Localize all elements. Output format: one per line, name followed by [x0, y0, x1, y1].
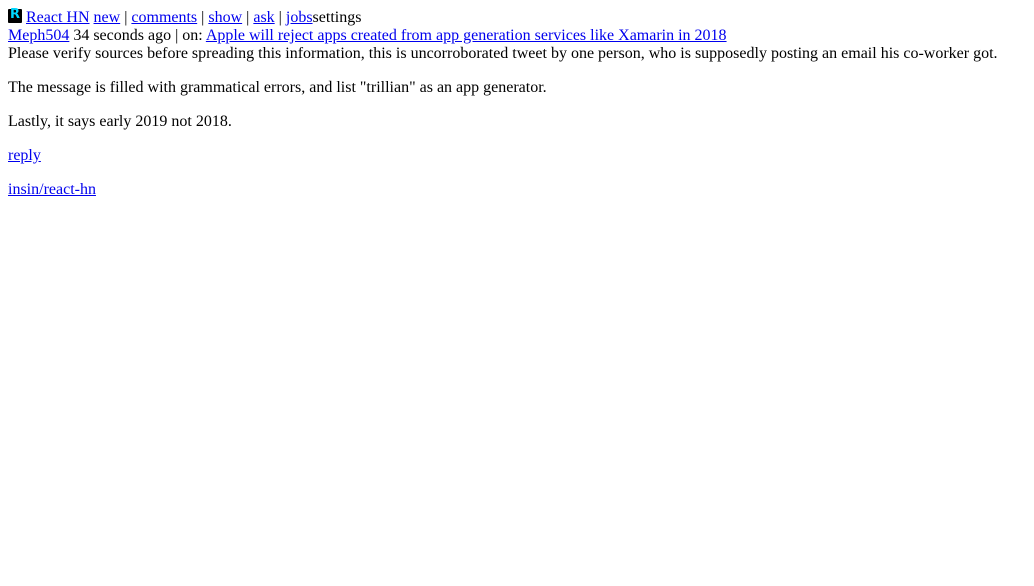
nav-jobs-link[interactable]: jobs: [286, 9, 313, 26]
repo-link[interactable]: insin/react-hn: [8, 181, 96, 198]
comment-age: 34 seconds ago | on:: [69, 27, 206, 44]
page: R React HN new | comments | show | ask |…: [0, 0, 1034, 199]
logo-letter: R: [10, 7, 21, 22]
nav-comments-link[interactable]: comments: [131, 9, 197, 26]
nav-separator: |: [274, 9, 286, 26]
comment-author-link[interactable]: Meph504: [8, 27, 69, 44]
site-title-link[interactable]: React HN: [26, 9, 90, 26]
reply-link[interactable]: reply: [8, 147, 41, 164]
comment-paragraph: Lastly, it says early 2019 not 2018.: [8, 113, 232, 130]
nav-ask-link[interactable]: ask: [253, 9, 274, 26]
nav-separator: |: [120, 9, 132, 26]
comment-paragraph: The message is filled with grammatical e…: [8, 79, 547, 96]
footer: insin/react-hn: [8, 181, 1026, 199]
nav-show-link[interactable]: show: [208, 9, 242, 26]
nav-new-link[interactable]: new: [94, 9, 121, 26]
nav-separator: |: [197, 9, 209, 26]
nav-separator: |: [242, 9, 254, 26]
site-header: R React HN new | comments | show | ask |…: [8, 7, 1026, 27]
nav-settings[interactable]: settings: [313, 9, 362, 26]
reply-row: reply: [8, 147, 1026, 165]
react-hn-logo-icon: R: [8, 7, 22, 23]
story-title-link[interactable]: Apple will reject apps created from app …: [206, 27, 727, 44]
comment-meta: Meph504 34 seconds ago | on: Apple will …: [8, 27, 1026, 45]
comment-paragraph: Please verify sources before spreading t…: [8, 45, 998, 62]
comment-body: Please verify sources before spreading t…: [8, 45, 1026, 131]
